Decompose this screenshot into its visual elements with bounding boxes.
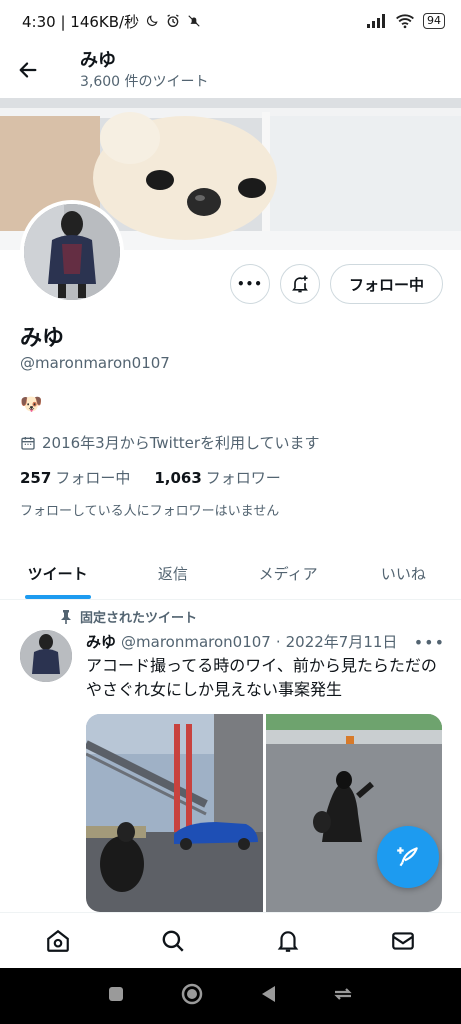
- home-icon: [46, 929, 69, 952]
- search-icon: [162, 930, 184, 952]
- tweet-separator: ·: [275, 632, 281, 651]
- profile-name: みゆ: [20, 326, 65, 351]
- photo-bridge-car: [86, 714, 263, 912]
- pinned-label: 固定されたツイート: [80, 611, 198, 626]
- wifi-icon: [395, 13, 415, 29]
- tweet-author-handle: @maronmaron0107: [121, 632, 271, 651]
- profile-actions: ••• フォロー中: [229, 264, 443, 304]
- nav-search[interactable]: [115, 913, 230, 968]
- tweet-date[interactable]: 2022年7月11日: [286, 631, 398, 652]
- joined-date: 2016年3月からTwitterを利用しています: [20, 432, 320, 453]
- nav-notifications[interactable]: [231, 913, 346, 968]
- tweet-more-button[interactable]: •••: [414, 633, 445, 652]
- status-bar: 4:30 | 146KB/秒 94: [0, 0, 461, 42]
- tab-replies[interactable]: 返信: [115, 548, 230, 599]
- profile-avatar[interactable]: [20, 200, 124, 304]
- mutual-followers-note: フォローしている人にフォロワーはいません: [20, 504, 280, 519]
- back-button[interactable]: [0, 42, 56, 98]
- arrow-left-icon: [19, 62, 37, 78]
- profile-header: みゆ 3,600 件のツイート: [0, 42, 461, 98]
- system-home-button[interactable]: [180, 982, 204, 1010]
- pinned-indicator: 固定されたツイート: [60, 607, 197, 626]
- calendar-icon: [21, 436, 35, 450]
- tab-tweets[interactable]: ツイート: [0, 548, 115, 599]
- followers-count: 1,063: [154, 469, 202, 487]
- profile-handle: @maronmaron0107: [20, 354, 170, 372]
- nav-messages[interactable]: [346, 913, 461, 968]
- battery-indicator: 94: [423, 13, 445, 29]
- notify-button[interactable]: [279, 264, 320, 304]
- circle-icon: [181, 983, 203, 1005]
- signal-icon: [367, 14, 387, 28]
- more-icon: •••: [236, 277, 263, 291]
- square-icon: [109, 987, 124, 1001]
- more-options-button[interactable]: •••: [229, 264, 270, 304]
- tweet-photo-1[interactable]: [86, 714, 263, 912]
- compose-tweet-button[interactable]: [377, 826, 439, 888]
- joined-text: 2016年3月からTwitterを利用しています: [42, 434, 320, 452]
- profile-tabs: ツイート 返信 メディア いいね: [0, 548, 461, 600]
- tab-media[interactable]: メディア: [231, 548, 346, 599]
- system-back-button[interactable]: [259, 984, 277, 1008]
- bell-plus-icon: [292, 275, 308, 293]
- header-tweet-count: 3,600 件のツイート: [80, 74, 209, 90]
- tweet-avatar[interactable]: [20, 630, 72, 682]
- followers-link[interactable]: 1,063 フォロワー: [154, 467, 280, 488]
- followers-label: フォロワー: [205, 469, 281, 487]
- profile-bio: 🐶: [20, 394, 43, 415]
- header-name: みゆ: [80, 50, 116, 71]
- system-navigation-bar: [0, 968, 461, 1024]
- recents-button[interactable]: [107, 985, 125, 1007]
- notification-muted-icon: [187, 14, 201, 28]
- mail-icon: [392, 931, 415, 950]
- tweet-author-name[interactable]: みゆ: [86, 631, 116, 652]
- pin-icon: [61, 609, 71, 624]
- rotate-button[interactable]: [332, 984, 354, 1008]
- triangle-back-icon: [261, 986, 275, 1002]
- alarm-icon: [165, 13, 181, 29]
- tab-likes[interactable]: いいね: [346, 548, 461, 599]
- feather-plus-icon: [397, 847, 418, 867]
- tweet-header: みゆ @maronmaron0107 · 2022年7月11日: [86, 631, 446, 652]
- bottom-navigation: [0, 912, 461, 968]
- following-button[interactable]: フォロー中: [329, 264, 443, 304]
- following-label: フォロー中: [55, 469, 131, 487]
- bell-icon: [277, 930, 299, 952]
- moon-icon: [145, 14, 159, 28]
- following-link[interactable]: 257 フォロー中: [20, 467, 130, 488]
- nav-home[interactable]: [0, 913, 115, 968]
- tweet-avatar-photo: [20, 630, 72, 682]
- following-count: 257: [20, 469, 52, 487]
- status-time: 4:30 | 146KB/秒: [22, 12, 140, 31]
- avatar-photo: [24, 204, 120, 300]
- tweet-text: アコード撮ってる時のワイ、前から見たらただのやさぐれ女にしか見えない事案発生: [86, 656, 437, 699]
- follow-stats: 257 フォロー中 1,063 フォロワー: [20, 467, 281, 488]
- tweet-media: [86, 714, 442, 912]
- rotate-icon: [333, 988, 352, 1000]
